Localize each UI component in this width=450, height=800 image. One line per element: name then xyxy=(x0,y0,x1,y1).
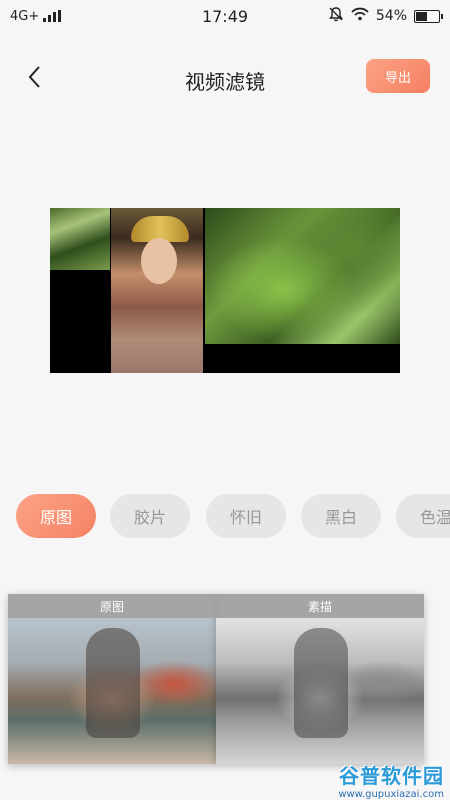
filter-chip-film[interactable]: 胶片 xyxy=(110,494,190,538)
network-type: 4G+ xyxy=(10,8,40,24)
preview-forest-right xyxy=(205,208,400,344)
thumbnail-original[interactable]: 原图 xyxy=(8,594,216,764)
watermark: 谷普软件园 www.gupuxiazai.com xyxy=(310,760,450,800)
video-preview[interactable] xyxy=(50,208,400,373)
status-right: 54% xyxy=(328,6,443,26)
header: 视频滤镜 导出 xyxy=(0,50,450,106)
battery-fill xyxy=(416,11,427,21)
wifi-icon xyxy=(351,7,369,25)
battery-percent: 54% xyxy=(375,8,407,24)
mute-icon xyxy=(328,6,344,26)
status-left: 4G+ xyxy=(10,8,62,24)
filter-chip-color-temp[interactable]: 色温 xyxy=(396,494,450,538)
export-button[interactable]: 导出 xyxy=(366,59,430,93)
filter-chip-nostalgia[interactable]: 怀旧 xyxy=(206,494,286,538)
watermark-title: 谷普软件园 xyxy=(339,764,444,788)
preview-face xyxy=(141,238,177,284)
thumbnail-figure xyxy=(86,628,140,738)
filter-list[interactable]: 原图 胶片 怀旧 黑白 色温 xyxy=(0,494,450,540)
battery-icon xyxy=(414,9,443,23)
status-bar: 4G+ 17:49 54% xyxy=(0,0,450,32)
thumbnail-sketch[interactable]: 素描 xyxy=(216,594,424,764)
thumbnail-figure xyxy=(294,628,348,738)
filter-chip-bw[interactable]: 黑白 xyxy=(301,494,381,538)
preview-portrait xyxy=(111,208,203,373)
signal-icon xyxy=(43,10,62,22)
watermark-url: www.gupuxiazai.com xyxy=(338,789,444,800)
thumbnail-caption: 素描 xyxy=(216,594,424,618)
preview-forest-left xyxy=(50,208,110,270)
filter-chip-original[interactable]: 原图 xyxy=(16,494,96,538)
thumbnail-caption: 原图 xyxy=(8,594,216,618)
